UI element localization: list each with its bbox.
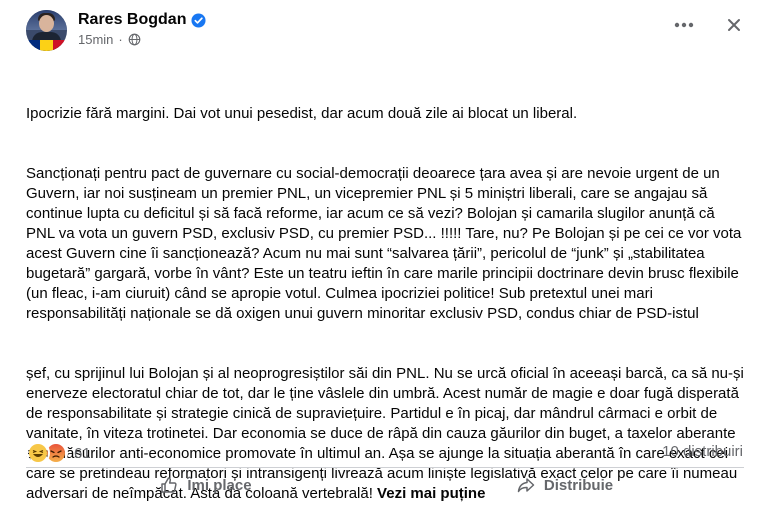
reactions-summary[interactable]: 61: [26, 441, 91, 465]
like-button[interactable]: Îmi place: [26, 470, 385, 500]
verified-badge-icon: [191, 12, 206, 28]
action-divider: [26, 467, 744, 468]
post-paragraph: Ipocrizie fără margini. Dai vot unui pes…: [26, 105, 578, 122]
share-button[interactable]: Distribuie: [385, 470, 744, 500]
reaction-count[interactable]: 61: [74, 445, 91, 462]
post-timestamp[interactable]: 15min: [78, 32, 113, 47]
share-arrow-icon: [517, 478, 535, 493]
post-header: Rares Bogdan 15min ·: [26, 10, 746, 54]
close-icon[interactable]: [722, 16, 746, 34]
globe-icon[interactable]: [128, 33, 141, 46]
like-label: Îmi place: [187, 476, 252, 494]
share-count[interactable]: 10 distribuiri: [662, 443, 743, 460]
more-options-icon[interactable]: [672, 16, 696, 34]
author-avatar[interactable]: [26, 10, 67, 51]
post-body: Ipocrizie fără margini. Dai vot unui pes…: [26, 64, 744, 524]
post-actions: Îmi place Distribuie: [26, 470, 744, 500]
share-label: Distribuie: [543, 476, 614, 494]
haha-reaction-icon: [26, 441, 50, 465]
post-paragraph: Sancționați pentru pact de guvernare cu …: [26, 165, 746, 322]
meta-separator: ·: [118, 32, 123, 47]
thumbs-up-icon: [161, 477, 178, 493]
author-name[interactable]: Rares Bogdan: [78, 11, 186, 29]
